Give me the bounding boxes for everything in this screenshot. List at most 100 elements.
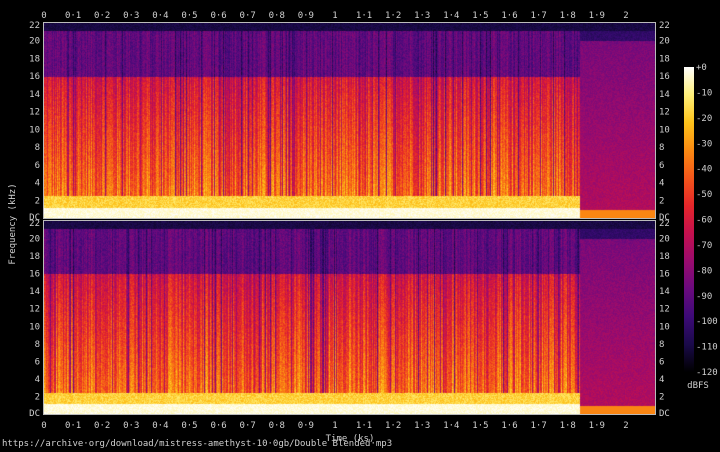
y-tick-label-right: 8 [659,143,664,153]
x-tick-label-bottom: 1·6 [501,421,517,431]
y-tick-label-right: 16 [659,270,670,280]
y-tick-label-right: 4 [659,375,664,385]
y-tick-label-right: 18 [659,54,670,64]
colorbar-unit-label: dBFS [687,381,709,391]
x-tick-label-bottom: 1·3 [414,421,430,431]
colorbar-tick-label: -20 [696,114,712,124]
x-tick-label-top: 0·5 [181,11,197,21]
colorbar-tick-label: -40 [696,165,712,175]
x-tick-label-top: 1·9 [589,11,605,21]
x-tick-label-bottom: 0 [41,421,46,431]
y-tick-label-right: 6 [659,161,664,171]
y-tick-label-right: 14 [659,90,670,100]
x-tick-label-top: 0·7 [240,11,256,21]
y-tick-label-right: 2 [659,392,664,402]
x-tick-label-bottom: 1·1 [356,421,372,431]
x-ticks-bottom: 0 0·1 0·2 0·3 0·4 0·5 0·6 0·7 0·8 0·9 1 1·1 1·2 1·3 1·… [41,421,628,431]
y-tick-label-left: 6 [35,161,40,171]
colorbar-tick-label: +0 [696,63,707,73]
y-tick-label-left: DC [29,409,40,419]
source-url: https://archive·org/download/mistress-am… [2,439,393,449]
x-tick-label-bottom: 0·5 [181,421,197,431]
x-tick-label-top: 1·7 [530,11,546,21]
x-tick-label-top: 1·4 [443,11,459,21]
y-tick-label-right: 22 [659,21,670,31]
x-tick-label-bottom: 0·2 [94,421,110,431]
y-tick-label-left: 22 [29,21,40,31]
y-tick-label-right: 12 [659,305,670,315]
y-tick-label-left: 6 [35,357,40,367]
y-axis-label: Frequency (kHz) [8,183,18,264]
x-tick-label-top: 1 [332,11,337,21]
x-tick-label-top: 0·4 [152,11,168,21]
y-tick-label-left: 2 [35,196,40,206]
x-ticks-top: 0 0·1 0·2 0·3 0·4 0·5 0·6 0·7 0·8 0·9 1 1·1 1·2 1·3 1·… [41,11,628,21]
x-tick-label-bottom: 2 [623,421,628,431]
y-tick-label-left: 12 [29,305,40,315]
x-tick-label-bottom: 1·4 [443,421,459,431]
x-tick-label-bottom: 0·9 [298,421,314,431]
x-tick-label-top: 1·2 [385,11,401,21]
x-tick-label-bottom: 0·8 [269,421,285,431]
x-tick-label-top: 0·9 [298,11,314,21]
x-tick-label-top: 0·3 [123,11,139,21]
y-tick-label-right: 6 [659,357,664,367]
y-tick-label-left: 18 [29,252,40,262]
x-tick-label-bottom: 0·1 [65,421,81,431]
colorbar-tick-label: -60 [696,216,712,226]
colorbar-tick-label: -30 [696,139,712,149]
colorbar-tick-label: -80 [696,266,712,276]
x-tick-label-bottom: 0·7 [240,421,256,431]
colorbar-tick-label: -110 [696,343,718,353]
x-tick-label-top: 0·2 [94,11,110,21]
y-tick-label-left: 14 [29,90,40,100]
y-tick-label-right: 16 [659,72,670,82]
y-tick-label-left: 8 [35,340,40,350]
colorbar-gradient [684,67,694,372]
spectrogram-channel-2 [44,221,655,414]
x-tick-label-bottom: 0·3 [123,421,139,431]
colorbar: +0 -10 -20 -30 -40 -50 -60 -70 -80 -90 -100 -110 -12… [684,63,718,391]
x-tick-label-bottom: 1·5 [472,421,488,431]
colorbar-tick-label: -50 [696,190,712,200]
x-tick-label-bottom: 1·7 [530,421,546,431]
colorbar-tick-label: -10 [696,88,712,98]
y-tick-label-right: 20 [659,235,670,245]
y-tick-label-right: 4 [659,179,664,189]
x-tick-label-bottom: 1·9 [589,421,605,431]
x-tick-label-top: 2 [623,11,628,21]
y-tick-label-right: 2 [659,196,664,206]
y-tick-label-left: 20 [29,37,40,47]
y-tick-label-left: 10 [29,125,40,135]
x-tick-label-top: 1·3 [414,11,430,21]
y-tick-label-left: 10 [29,322,40,332]
y-tick-label-left: 14 [29,287,40,297]
x-tick-label-top: 0·6 [210,11,226,21]
y-tick-label-left: 8 [35,143,40,153]
colorbar-tick-label: -90 [696,292,712,302]
x-tick-label-top: 0 [41,11,46,21]
spectrogram-chart: 0 0·1 0·2 0·3 0·4 0·5 0·6 0·7 0·8 0·9 1 1·1 1·2 1·3 1·… [8,11,718,444]
y-tick-label-left: 18 [29,54,40,64]
x-tick-label-top: 0·1 [65,11,81,21]
y-tick-label-right: 20 [659,37,670,47]
x-tick-label-top: 1·8 [560,11,576,21]
y-tick-label-left: 16 [29,270,40,280]
x-tick-label-bottom: 0·4 [152,421,168,431]
x-tick-label-top: 1·1 [356,11,372,21]
colorbar-tick-label: -70 [696,241,712,251]
x-tick-label-top: 0·8 [269,11,285,21]
y-tick-label-right: 10 [659,125,670,135]
x-tick-label-bottom: 1·8 [560,421,576,431]
y-tick-label-right: 18 [659,252,670,262]
y-tick-label-right: 22 [659,219,670,229]
y-tick-label-left: 16 [29,72,40,82]
y-tick-label-left: 20 [29,235,40,245]
x-tick-label-top: 1·6 [501,11,517,21]
colorbar-tick-label: -120 [696,368,718,378]
x-tick-label-bottom: 1 [332,421,337,431]
spectrogram-channel-1 [44,23,655,218]
x-tick-label-top: 1·5 [472,11,488,21]
y-tick-label-right: 14 [659,287,670,297]
y-tick-label-right: 12 [659,108,670,118]
